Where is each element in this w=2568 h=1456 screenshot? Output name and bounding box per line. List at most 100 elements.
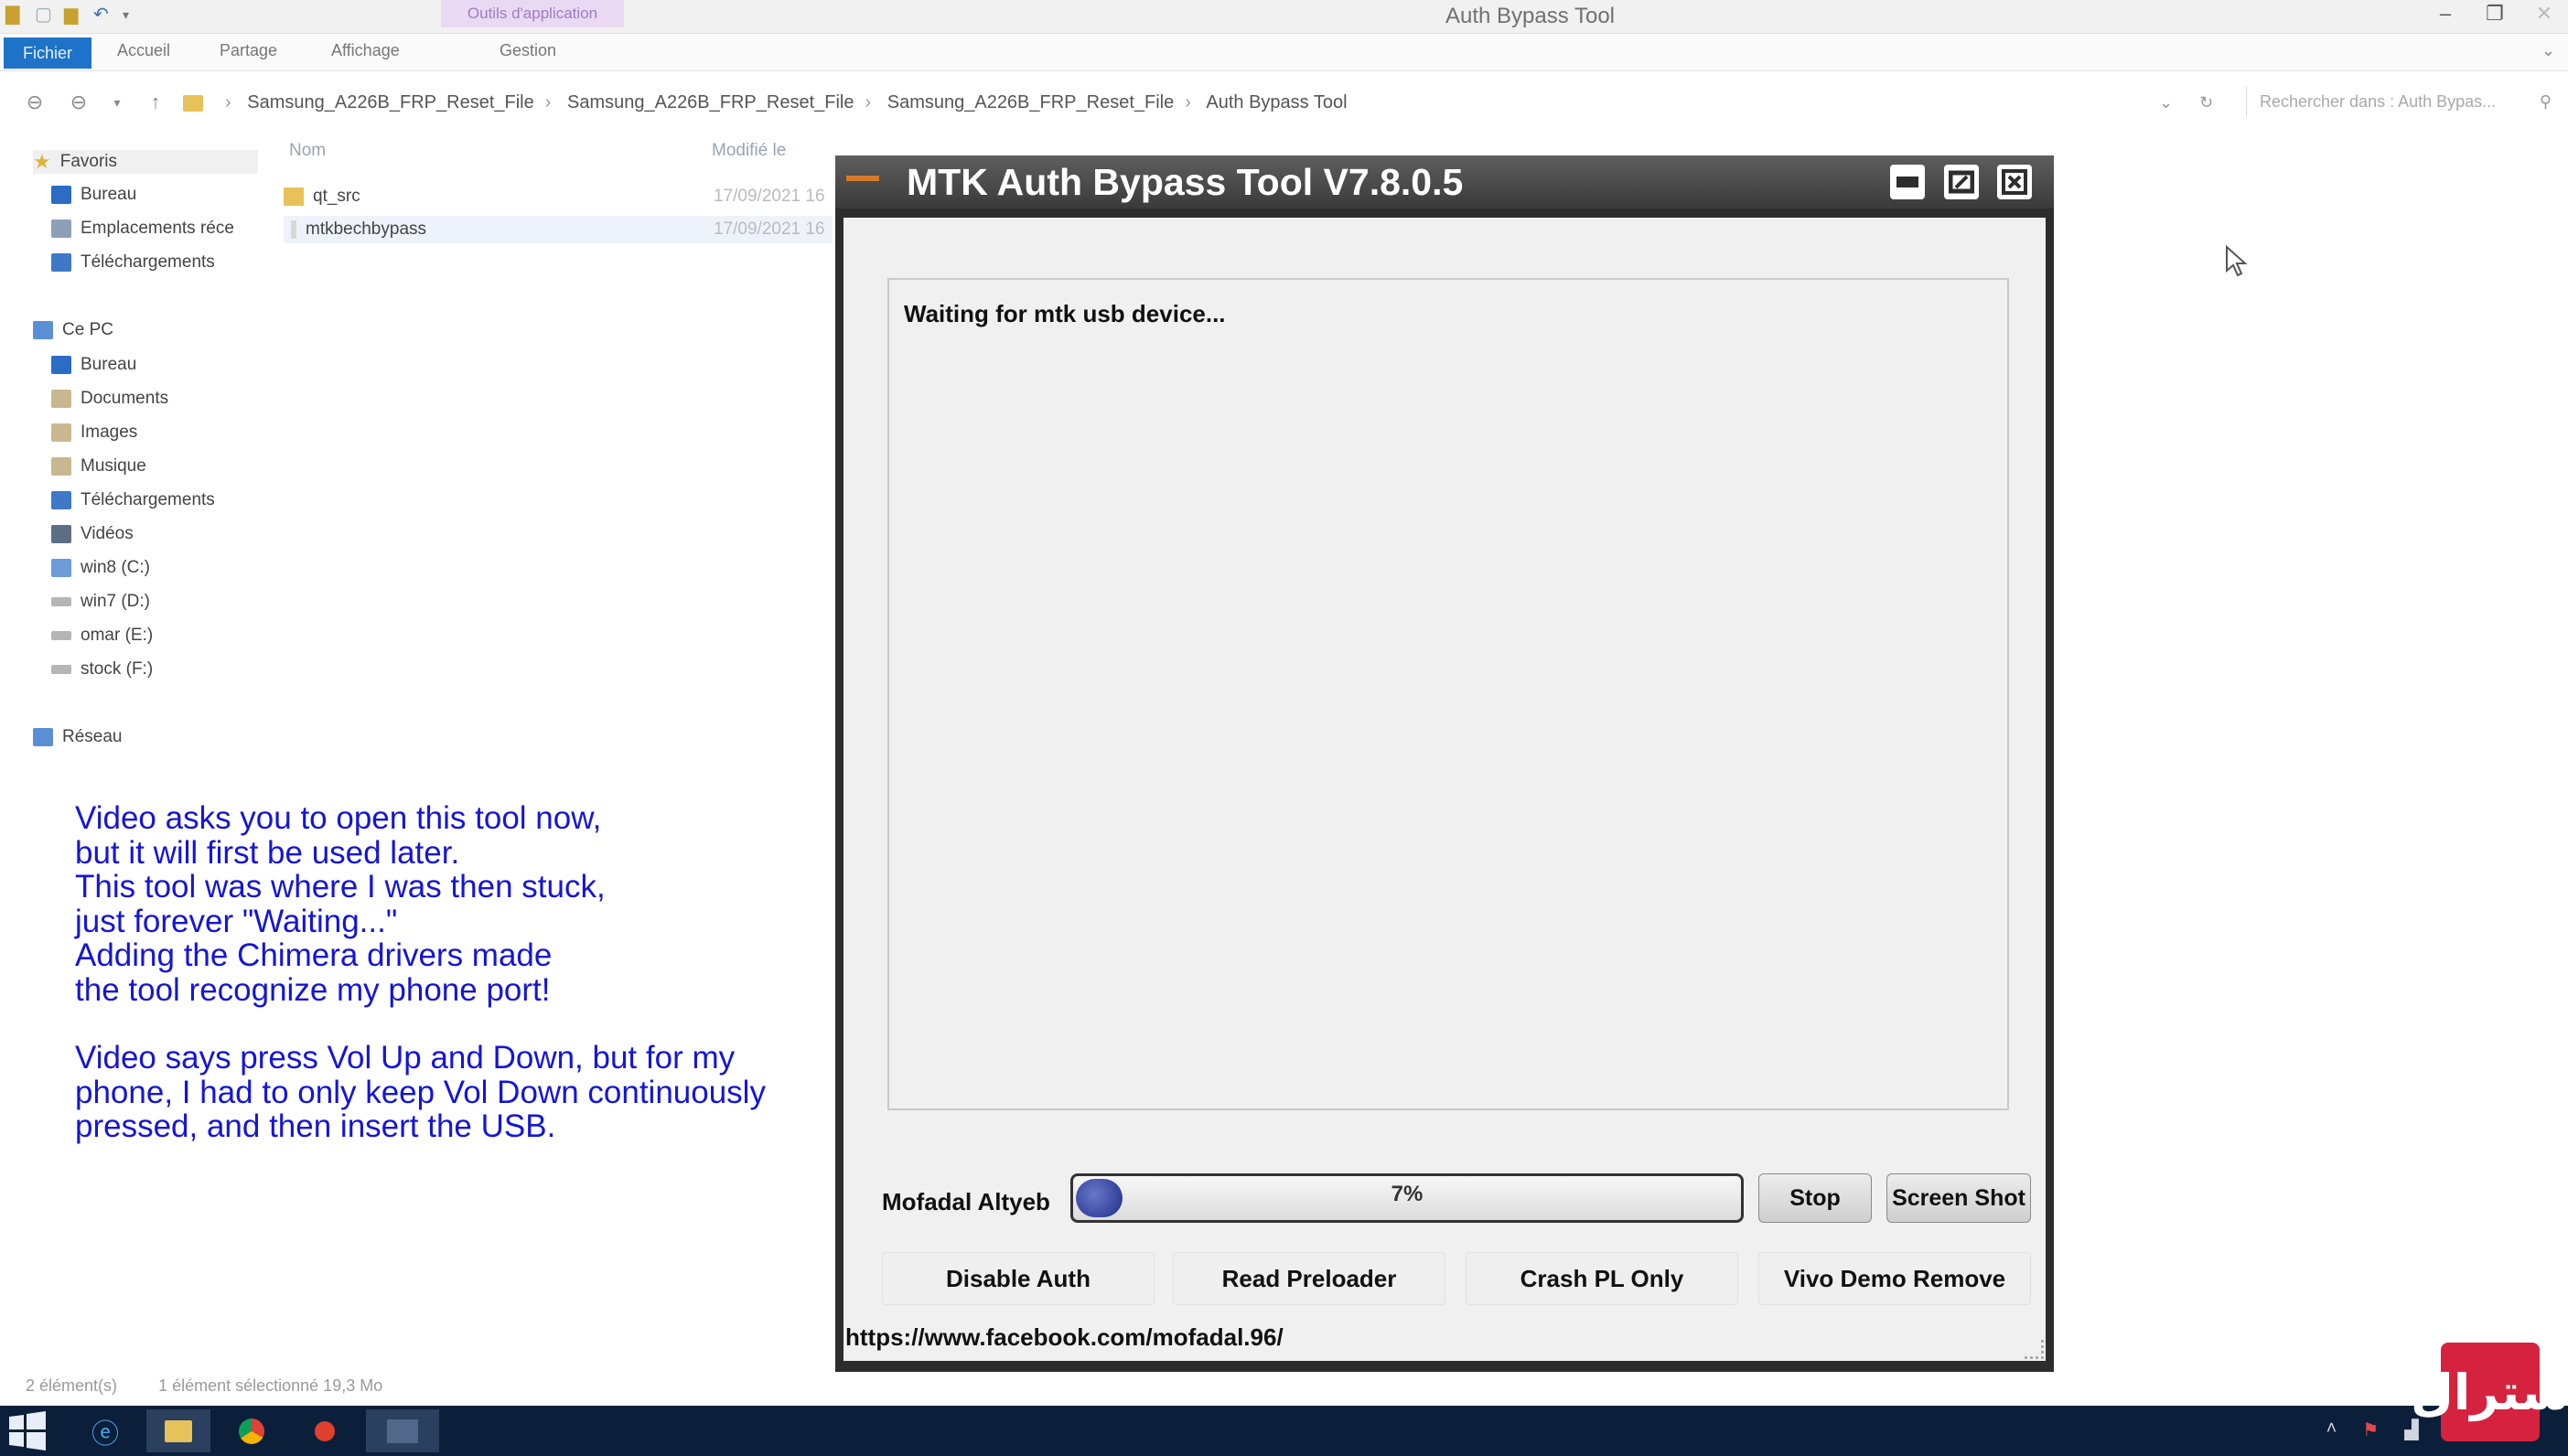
nav-label: Documents xyxy=(81,389,169,408)
tab-view[interactable]: Affichage xyxy=(331,41,400,60)
expand-ribbon-icon[interactable]: ⌄ xyxy=(2541,41,2555,60)
nav-item-recent[interactable]: Emplacements réce xyxy=(51,219,234,239)
window-controls: – ❐ ✕ xyxy=(2429,2,2561,26)
pictures-icon xyxy=(51,423,71,442)
mtk-tool-window: MTK Auth Bypass Tool V7.8.0.5 Waiting fo… xyxy=(835,155,2054,1372)
close-icon xyxy=(2002,169,2027,195)
refresh-icon[interactable]: ↻ xyxy=(2199,93,2213,112)
nav-item-drive-d[interactable]: win7 (D:) xyxy=(51,592,150,612)
desktop-icon xyxy=(51,186,71,204)
browser-icon: ⓔ xyxy=(91,1419,119,1450)
star-icon: ★ xyxy=(33,150,51,173)
search-placeholder: Rechercher dans : Auth Bypas... xyxy=(2260,92,2497,111)
read-preloader-button[interactable]: Read Preloader xyxy=(1173,1252,1445,1305)
tab-manage[interactable]: Gestion xyxy=(500,41,556,60)
taskbar-mtk-tool[interactable] xyxy=(366,1409,439,1452)
nav-this-pc[interactable]: Ce PC xyxy=(33,320,113,340)
file-row[interactable]: qt_src 17/09/2021 16 xyxy=(284,183,833,210)
nav-item-drive-e[interactable]: omar (E:) xyxy=(51,626,153,646)
recent-locations-icon[interactable]: ▾ xyxy=(102,88,132,117)
start-button[interactable] xyxy=(5,1411,49,1456)
nav-label: Images xyxy=(81,423,138,442)
column-header-name[interactable]: Nom xyxy=(289,141,326,161)
taskbar-ie[interactable]: ⓔ xyxy=(73,1409,137,1452)
nav-item-pc-downloads[interactable]: Téléchargements xyxy=(51,490,215,510)
annotation-line: Video asks you to open this tool now, xyxy=(75,800,602,836)
mtk-minimize-button[interactable] xyxy=(1890,165,1925,199)
minimize-icon[interactable]: – xyxy=(2429,2,2462,26)
address-controls: ⌄ ↻ xyxy=(2159,93,2213,112)
mtk-maximize-button[interactable] xyxy=(1944,165,1979,199)
file-date: 17/09/2021 16 xyxy=(714,219,825,239)
disable-auth-button[interactable]: Disable Auth xyxy=(882,1252,1155,1305)
taskbar-chrome[interactable] xyxy=(220,1409,284,1452)
documents-icon xyxy=(51,390,71,408)
taskbar: ⓔ ˄ ⚑ ▟ ◀ xyxy=(0,1406,2568,1456)
system-tray: ˄ ⚑ ▟ ◀ xyxy=(2326,1419,2458,1441)
nav-item-desktop[interactable]: Bureau xyxy=(51,185,136,205)
tab-file[interactable]: Fichier xyxy=(4,37,91,69)
tab-home[interactable]: Accueil xyxy=(117,41,170,60)
nav-network[interactable]: Réseau xyxy=(33,727,123,747)
properties-icon[interactable]: ▢ xyxy=(35,4,57,26)
resize-grip-icon[interactable] xyxy=(2025,1340,2044,1359)
history-dropdown-icon[interactable]: ⌄ xyxy=(2159,93,2173,112)
nav-label: Téléchargements xyxy=(81,252,215,272)
screenshot-button[interactable]: Screen Shot xyxy=(1886,1173,2031,1223)
nav-label: Bureau xyxy=(81,185,137,204)
context-tab-label[interactable]: Outils d'application xyxy=(441,0,624,27)
log-output[interactable]: Waiting for mtk usb device... xyxy=(887,278,2009,1110)
up-arrow-icon[interactable]: ↑ xyxy=(141,88,170,117)
nav-item-documents[interactable]: Documents xyxy=(51,389,168,409)
action-center-flag-icon[interactable]: ⚑ xyxy=(2362,1419,2379,1441)
nav-item-downloads[interactable]: Téléchargements xyxy=(51,252,215,273)
tray-overflow-icon[interactable]: ˄ xyxy=(2326,1419,2337,1441)
breadcrumb[interactable]: › Samsung_A226B_FRP_Reset_File › Samsung_… xyxy=(183,88,1348,117)
breadcrumb-item[interactable]: Samsung_A226B_FRP_Reset_File xyxy=(247,92,534,112)
downloads-icon xyxy=(51,253,71,272)
vivo-demo-remove-button[interactable]: Vivo Demo Remove xyxy=(1758,1252,2031,1305)
nav-item-drive-f[interactable]: stock (F:) xyxy=(51,659,153,680)
crash-pl-only-button[interactable]: Crash PL Only xyxy=(1466,1252,1738,1305)
chrome-icon xyxy=(239,1418,264,1444)
breadcrumb-item[interactable]: Samsung_A226B_FRP_Reset_File xyxy=(887,92,1175,112)
search-input[interactable]: Rechercher dans : Auth Bypas... ⚲ xyxy=(2246,86,2557,117)
search-icon: ⚲ xyxy=(2539,92,2552,111)
taskbar-recorder[interactable] xyxy=(293,1409,357,1452)
downloads-icon xyxy=(51,491,71,509)
annotation-line: phone, I had to only keep Vol Down conti… xyxy=(75,1074,766,1110)
file-list: Nom Modifié le qt_src 17/09/2021 16 mtkb… xyxy=(274,137,842,320)
tab-share[interactable]: Partage xyxy=(220,41,277,60)
nav-item-videos[interactable]: Vidéos xyxy=(51,524,134,544)
restore-icon[interactable]: ❐ xyxy=(2478,2,2511,26)
navigation-pane: ★ Favoris Bureau Emplacements réce Téléc… xyxy=(0,137,265,777)
new-folder-icon[interactable]: ▆ xyxy=(64,4,86,26)
file-date: 17/09/2021 16 xyxy=(714,187,825,206)
back-arrow-icon[interactable]: ⊖ xyxy=(20,88,49,117)
mtk-titlebar[interactable]: MTK Auth Bypass Tool V7.8.0.5 xyxy=(835,155,2054,209)
nav-item-images[interactable]: Images xyxy=(51,423,137,443)
network-signal-icon[interactable]: ▟ xyxy=(2404,1419,2418,1441)
annotation-line: Video says press Vol Up and Down, but fo… xyxy=(75,1040,736,1076)
nav-label: win8 (C:) xyxy=(81,558,151,577)
progress-bar: 7% xyxy=(1070,1173,1744,1223)
taskbar-explorer[interactable] xyxy=(146,1409,210,1452)
forward-arrow-icon[interactable]: ⊖ xyxy=(64,88,93,117)
nav-item-pc-desktop[interactable]: Bureau xyxy=(51,355,136,375)
undo-icon[interactable]: ↶ xyxy=(93,4,115,26)
customize-qat-icon[interactable]: ▾ xyxy=(123,4,145,26)
nav-favorites[interactable]: ★ Favoris xyxy=(33,150,258,174)
stop-button[interactable]: Stop xyxy=(1758,1173,1872,1223)
column-header-modified[interactable]: Modifié le xyxy=(712,141,786,161)
nav-item-music[interactable]: Musique xyxy=(51,456,146,476)
file-row-selected[interactable]: mtkbechbypass 17/09/2021 16 xyxy=(284,216,833,243)
nav-label: Ce PC xyxy=(62,320,113,339)
close-icon[interactable]: ✕ xyxy=(2528,2,2561,26)
mtk-close-button[interactable] xyxy=(1997,165,2032,199)
nav-item-drive-c[interactable]: win8 (C:) xyxy=(51,558,150,578)
breadcrumb-item[interactable]: Auth Bypass Tool xyxy=(1206,92,1347,112)
author-link[interactable]: https://www.facebook.com/mofadal.96/ xyxy=(845,1323,1284,1352)
annotation-line: This tool was where I was then stuck, xyxy=(75,869,606,905)
nav-label: omar (E:) xyxy=(81,626,154,645)
breadcrumb-item[interactable]: Samsung_A226B_FRP_Reset_File xyxy=(567,92,854,112)
